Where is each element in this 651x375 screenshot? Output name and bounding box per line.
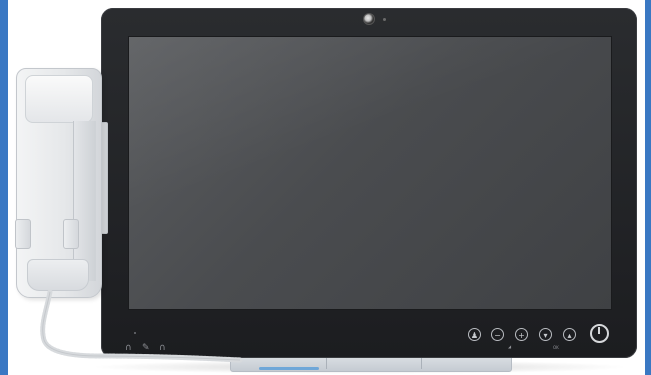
product-photo: ∩ ✎ ∩ ♟ − + ◢ ▾ ▴ OK [0,0,651,375]
coiled-cord [40,289,243,363]
